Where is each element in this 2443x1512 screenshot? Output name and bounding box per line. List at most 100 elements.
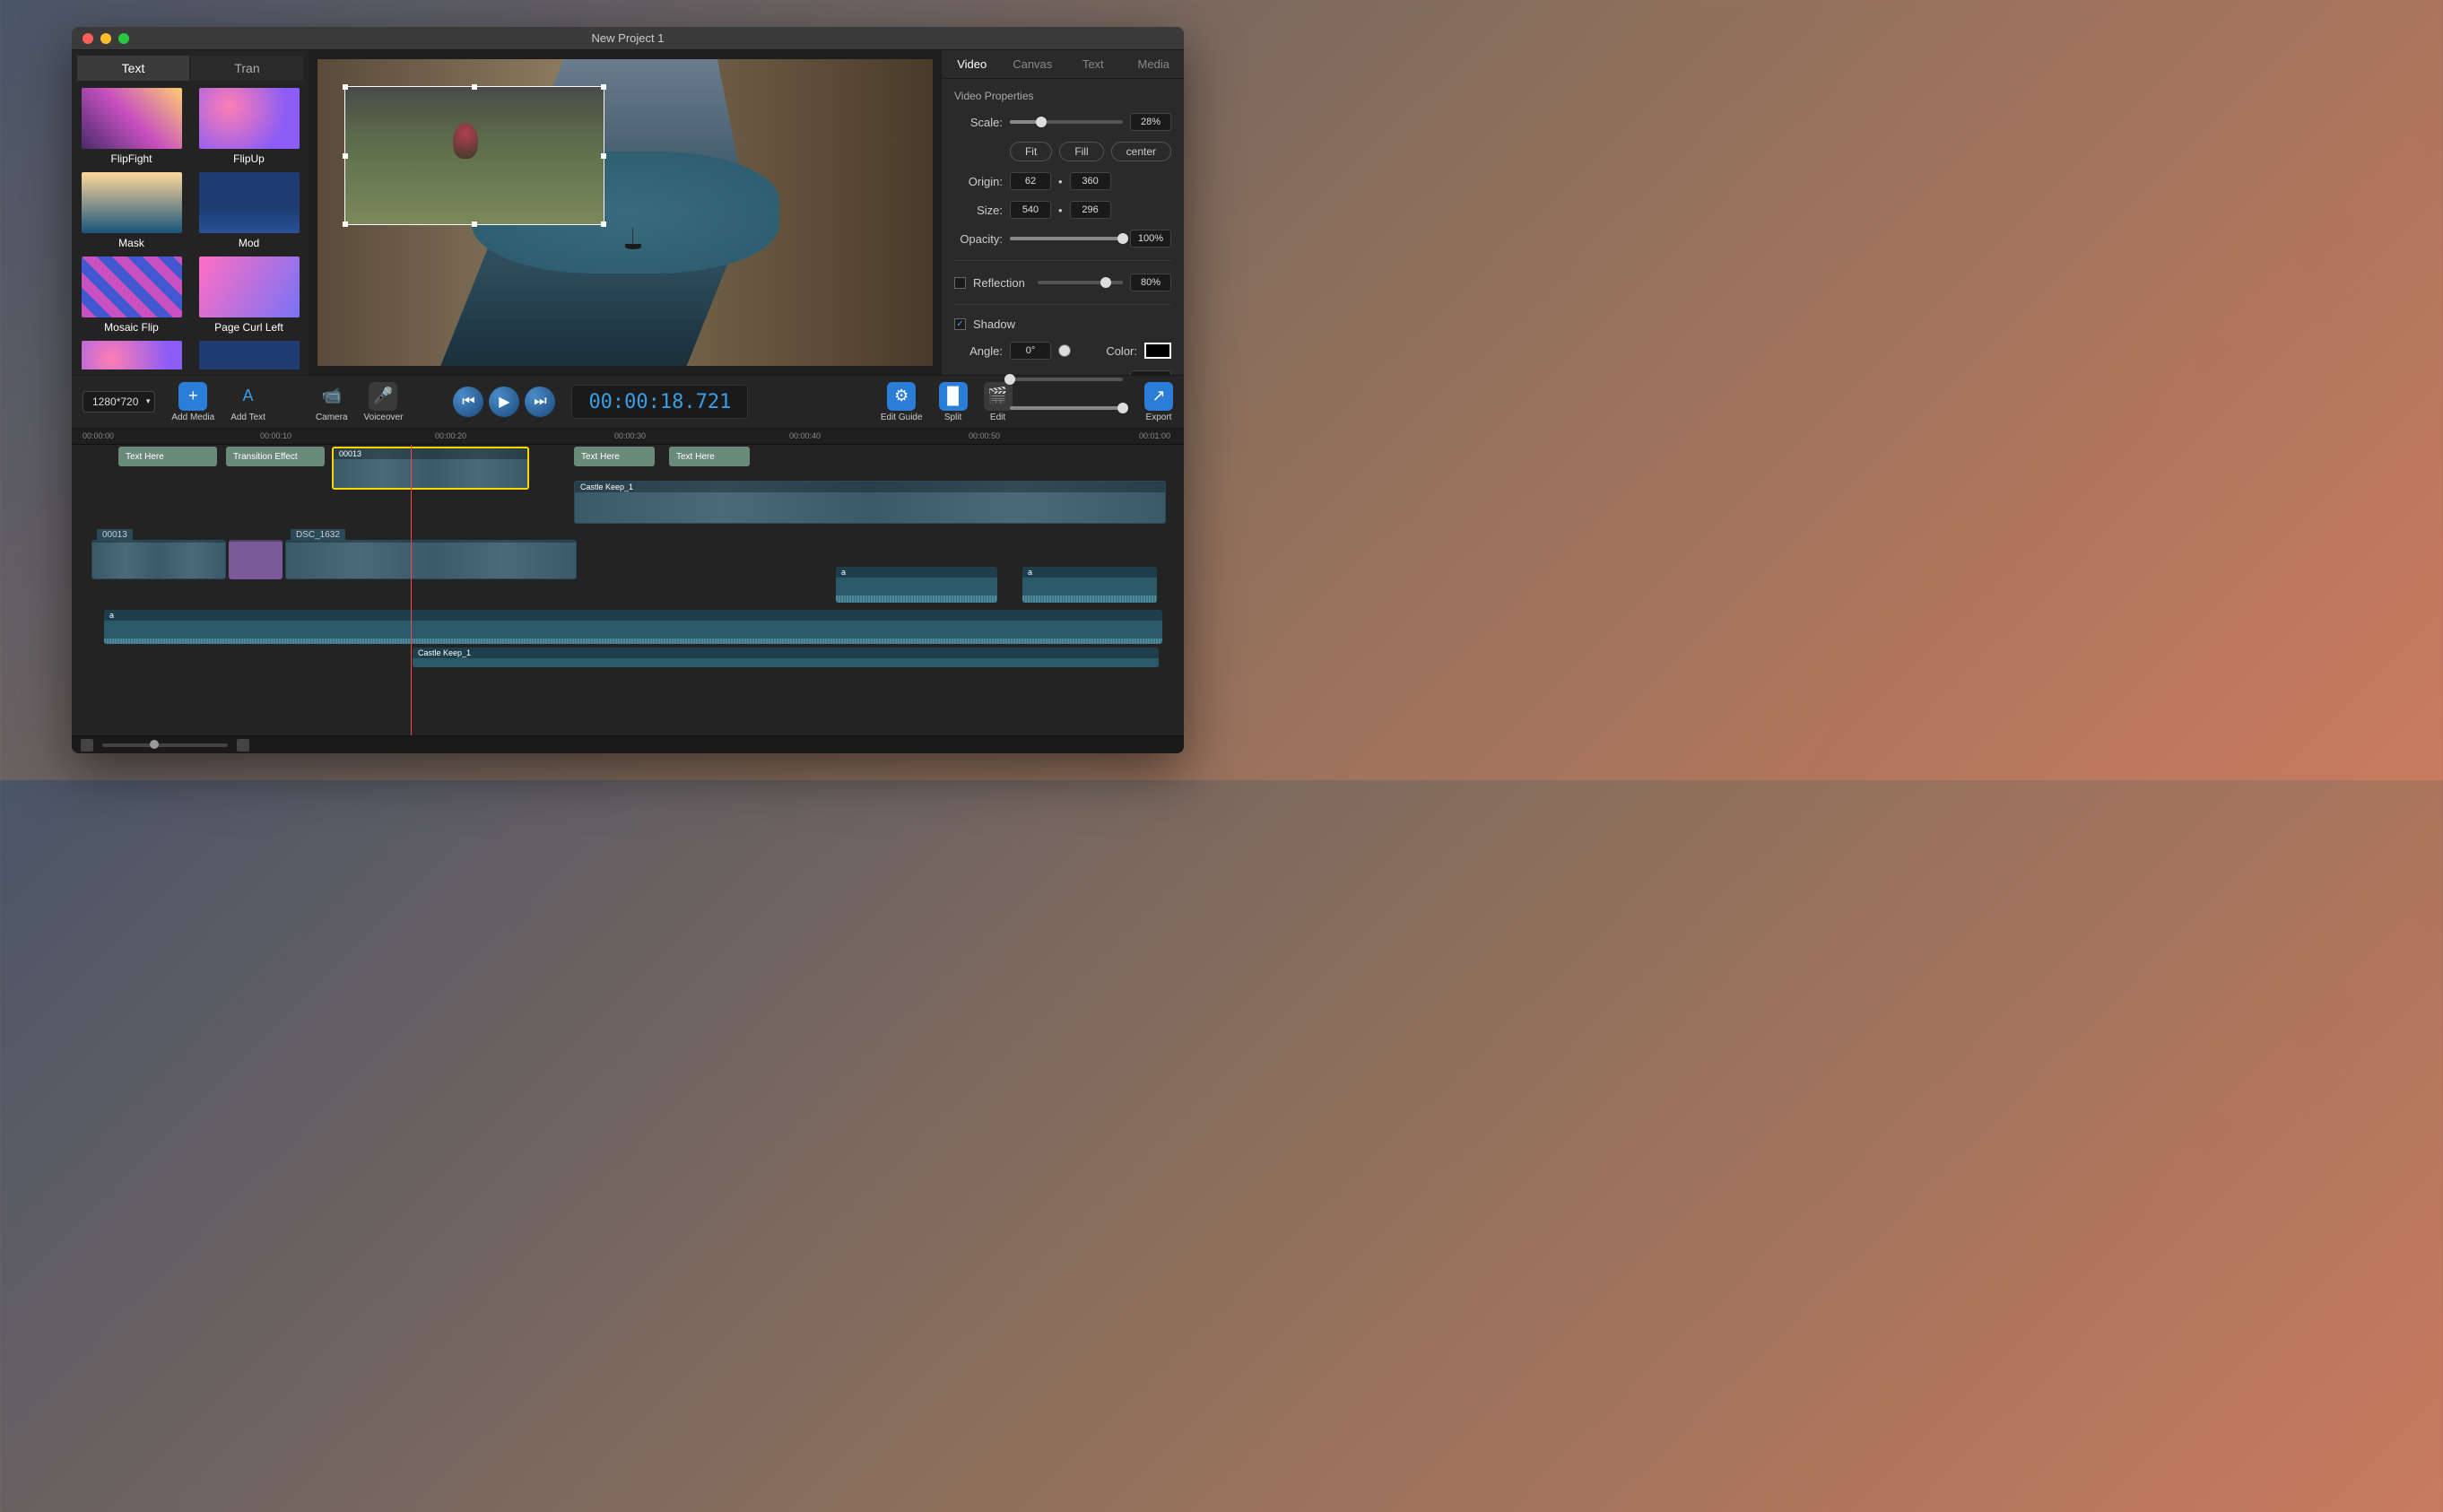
play-button[interactable]: ▶ (489, 387, 519, 417)
add-media-button[interactable]: + Add Media (171, 382, 214, 422)
effect-item[interactable]: FlipUp (196, 88, 301, 165)
shadow-opacity-slider[interactable] (1010, 406, 1123, 410)
fill-button[interactable]: Fill (1059, 142, 1103, 161)
resize-handle[interactable] (601, 153, 606, 159)
tab-media[interactable]: Media (1124, 50, 1185, 78)
plus-icon: + (178, 382, 207, 411)
timeline-clip[interactable] (91, 540, 226, 579)
size-w[interactable]: 540 (1010, 201, 1051, 219)
timeline-clip[interactable]: Text Here (669, 447, 750, 466)
resize-handle[interactable] (343, 222, 348, 227)
playhead[interactable] (411, 445, 412, 735)
titlebar: New Project 1 (72, 27, 1184, 50)
voiceover-button[interactable]: 🎤 Voiceover (364, 382, 404, 422)
timeline-clip[interactable]: Text Here (118, 447, 217, 466)
effect-thumbnail (199, 341, 300, 369)
tab-text[interactable]: Text (77, 56, 189, 81)
zoom-slider[interactable] (102, 743, 228, 747)
preview-frame[interactable] (317, 59, 933, 366)
angle-value[interactable]: 0° (1010, 342, 1051, 360)
ruler-mark: 00:00:40 (789, 431, 821, 440)
timeline-clip[interactable]: Castle Keep_1 (574, 481, 1166, 524)
timeline-clip[interactable] (285, 540, 577, 579)
fullscreen-button[interactable] (118, 33, 129, 44)
timeline-clip[interactable]: Castle Keep_1 (413, 647, 1159, 667)
shadow-checkbox[interactable] (954, 318, 966, 330)
size-h[interactable]: 296 (1070, 201, 1111, 219)
zoom-out-icon[interactable] (81, 739, 93, 752)
properties-panel: Video Canvas Text Media Video Properties… (942, 50, 1184, 375)
timeline[interactable]: 00:00:0000:00:1000:00:2000:00:3000:00:40… (72, 429, 1184, 753)
export-button[interactable]: ↗ Export (1144, 382, 1173, 422)
resize-handle[interactable] (472, 222, 477, 227)
edit-guide-button[interactable]: ⚙ Edit Guide (881, 382, 923, 422)
effect-item[interactable]: Paper (196, 341, 301, 369)
resize-handle[interactable] (601, 84, 606, 90)
reflection-checkbox[interactable] (954, 277, 966, 289)
timeline-clip[interactable]: Transition Effect (226, 447, 325, 466)
overlay-selection[interactable] (344, 86, 604, 225)
opacity-slider[interactable] (1010, 237, 1123, 240)
effect-label: Mosaic Flip (104, 321, 159, 334)
timeline-ruler[interactable]: 00:00:0000:00:1000:00:2000:00:3000:00:40… (72, 429, 1184, 445)
center-button[interactable]: center (1111, 142, 1171, 161)
tab-video[interactable]: Video (942, 50, 1003, 78)
timeline-clip[interactable]: Text Here (574, 447, 655, 466)
next-button[interactable]: ⏭ (525, 387, 555, 417)
previous-button[interactable]: ⏮ (453, 387, 483, 417)
resize-handle[interactable] (343, 84, 348, 90)
split-button[interactable]: ▐▌ Split (939, 382, 968, 422)
effect-label: Mask (118, 237, 144, 249)
timeline-clip[interactable]: a (836, 567, 997, 603)
timeline-clip[interactable]: a (104, 610, 1162, 644)
effect-item[interactable]: Mod (196, 172, 301, 249)
zoom-bar (72, 735, 1184, 753)
effect-label: Page Curl Left (214, 321, 283, 334)
effect-thumbnail (82, 256, 182, 317)
effect-item[interactable]: Mosaic Flip (79, 256, 184, 334)
timeline-clip[interactable] (229, 540, 283, 579)
text-icon: A (234, 382, 263, 411)
reflection-value[interactable]: 80% (1130, 274, 1171, 291)
effects-panel: Text Tran FlipFight FlipUp Mask Mod Mosaic F… (72, 50, 309, 375)
angle-label: Angle: (954, 344, 1003, 358)
tab-text-props[interactable]: Text (1063, 50, 1124, 78)
edit-button[interactable]: 🎬 Edit (984, 382, 1013, 422)
close-button[interactable] (83, 33, 93, 44)
effect-item[interactable]: Page Curl Right (79, 341, 184, 369)
camera-button[interactable]: 📹 Camera (316, 382, 348, 422)
zoom-in-icon[interactable] (237, 739, 249, 752)
shadow-color-swatch[interactable] (1144, 343, 1171, 359)
reflection-slider[interactable] (1038, 281, 1123, 284)
offset-slider[interactable] (1010, 378, 1123, 381)
effect-item[interactable]: Mask (79, 172, 184, 249)
export-icon: ↗ (1144, 382, 1173, 411)
scale-value[interactable]: 28% (1130, 113, 1171, 131)
tab-tran[interactable]: Tran (191, 56, 303, 81)
timeline-tracks[interactable]: Text Here Transition Effect 00013 Text Here… (72, 445, 1184, 735)
fit-button[interactable]: Fit (1010, 142, 1052, 161)
resolution-select[interactable]: 1280*720 (83, 391, 155, 413)
effect-item[interactable]: FlipFight (79, 88, 184, 165)
origin-x[interactable]: 62 (1010, 172, 1051, 190)
effect-thumbnail (199, 256, 300, 317)
minimize-button[interactable] (100, 33, 111, 44)
timeline-clip[interactable]: 00013 (332, 447, 529, 490)
add-text-button[interactable]: A Add Text (230, 382, 265, 422)
opacity-value[interactable]: 100% (1130, 230, 1171, 248)
microphone-icon: 🎤 (369, 382, 397, 411)
scale-slider[interactable] (1010, 120, 1123, 124)
origin-label: Origin: (954, 175, 1003, 188)
effect-label: FlipFight (110, 152, 152, 165)
timeline-clip[interactable]: a (1022, 567, 1157, 603)
origin-y[interactable]: 360 (1070, 172, 1111, 190)
tab-canvas[interactable]: Canvas (1003, 50, 1064, 78)
angle-dial[interactable] (1058, 344, 1071, 357)
clapper-icon: 🎬 (984, 382, 1013, 411)
effect-item[interactable]: Page Curl Left (196, 256, 301, 334)
effect-thumbnail (199, 172, 300, 233)
resize-handle[interactable] (343, 153, 348, 159)
ruler-mark: 00:00:20 (435, 431, 466, 440)
resize-handle[interactable] (472, 84, 477, 90)
resize-handle[interactable] (601, 222, 606, 227)
